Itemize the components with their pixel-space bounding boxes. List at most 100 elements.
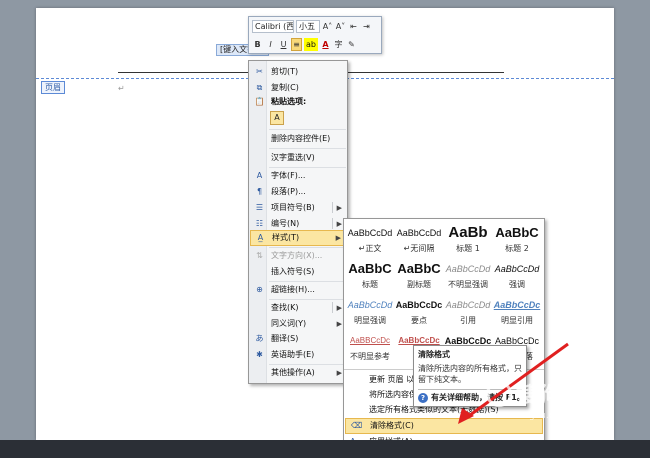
style-name: 引用 (460, 316, 476, 325)
style-name: 标题 2 (505, 244, 529, 253)
submenu-arrow-icon[interactable]: ▶ (337, 200, 342, 216)
style-name: 标题 (362, 280, 378, 289)
decrease-indent-button[interactable]: ⇤ (348, 20, 359, 33)
menu-item-english-assistant[interactable]: ✱ 英语助手(E) (250, 347, 347, 363)
style-preview: AaBbCcDc (493, 300, 541, 310)
menu-item-insert-symbol[interactable]: 插入符号(S) (250, 264, 347, 280)
hyperlink-globe-icon: ⊕ (256, 285, 263, 294)
submenu-arrow-icon: ▶ (336, 320, 342, 328)
english-assistant-icon: ✱ (256, 350, 263, 359)
style-name: 强调 (509, 280, 525, 289)
watermark-text: 搜狗指南 (516, 383, 604, 407)
style-name: 要点 (411, 316, 427, 325)
style-preview: AaBb (448, 224, 488, 241)
menu-separator (269, 129, 346, 130)
phonetic-guide-button[interactable]: 字 (333, 38, 344, 51)
style-intense-emphasis[interactable]: AaBbCcDd 明显强调 (346, 295, 394, 329)
menu-item-label: 项目符号(B) (271, 203, 315, 212)
menu-item-paragraph[interactable]: ¶ 段落(P)... (250, 184, 347, 200)
menu-item-label: 英语助手(E) (271, 350, 315, 359)
menu-item-font[interactable]: A 字体(F)... (250, 168, 347, 184)
mini-toolbar-row-1: Calibri (西 小五 A˄ A˅ ⇤ ⇥ (252, 19, 372, 34)
font-color-button[interactable]: A (320, 38, 331, 51)
translate-icon: あ (255, 334, 264, 343)
style-normal[interactable]: AaBbCcDd ↵正文 (346, 223, 394, 257)
header-tag[interactable]: 页眉 (41, 81, 65, 94)
styles-icon: A̲ (257, 233, 264, 242)
menu-item-bullets[interactable]: ☰ 项目符号(B) ▶ (250, 200, 347, 216)
context-menu: ✂ 剪切(T) ⧉ 复制(C) 📋 粘贴选项: A 删除内容控件(E) 汉字重选… (248, 60, 348, 384)
style-name: ↵无间隔 (403, 244, 435, 253)
menu-item-cut[interactable]: ✂ 剪切(T) (250, 64, 347, 80)
paragraph-mark: ↵ (118, 84, 125, 93)
style-name: 副标题 (407, 280, 431, 289)
menu-item-label: 同义词(Y) (271, 319, 307, 328)
font-icon: A (256, 171, 263, 180)
menu-item-delete-content-control[interactable]: 删除内容控件(E) (250, 131, 347, 147)
font-name-box[interactable]: Calibri (西 (252, 20, 294, 33)
menu-item-translate[interactable]: あ 翻译(S) (250, 331, 347, 347)
tooltip-title: 清除格式 (418, 350, 450, 359)
mini-toolbar-row-2: B I U ≡ ab A 字 ✎ (252, 37, 357, 52)
menu-item-lookup[interactable]: 查找(K) ▶ (250, 300, 347, 316)
style-preview: AaBbC (348, 261, 392, 276)
bold-button[interactable]: B (252, 38, 263, 51)
style-subtle-emphasis[interactable]: AaBbCcDd 不明显强调 (444, 259, 492, 293)
menu-item-label: 查找(K) (271, 303, 299, 312)
style-subtle-reference[interactable]: AaBBCcDc 不明显参考 (346, 331, 394, 365)
format-painter-icon[interactable]: ✎ (346, 38, 357, 51)
style-name: ↵正文 (358, 244, 382, 253)
style-name: 不明显参考 (350, 352, 390, 361)
watermark-url: zhinan.sogou.com (486, 411, 568, 421)
menu-item-reconvert[interactable]: 汉字重选(V) (250, 150, 347, 166)
text-direction-icon: ⇅ (256, 251, 263, 260)
style-heading-2[interactable]: AaBbC 标题 2 (493, 223, 541, 257)
shrink-font-button[interactable]: A˅ (335, 20, 346, 33)
menu-item-styles[interactable]: A̲ 样式(T) ▶ (250, 230, 347, 246)
submenu-arrow-icon: ▶ (335, 234, 341, 242)
submenu-arrow-icon: ▶ (336, 369, 342, 377)
underline-button[interactable]: U (278, 38, 289, 51)
style-intense-quote[interactable]: AaBbCcDc 明显引用 (493, 295, 541, 329)
style-title[interactable]: AaBbC 标题 (346, 259, 394, 293)
split-divider (332, 218, 333, 229)
menu-item-label: 其他操作(A) (271, 368, 315, 377)
menu-item-synonyms[interactable]: 同义词(Y) ▶ (250, 316, 347, 332)
grow-font-button[interactable]: A˄ (322, 20, 333, 33)
style-strong[interactable]: AaBbCcDc 要点 (395, 295, 443, 329)
center-align-button[interactable]: ≡ (291, 38, 302, 51)
menu-item-label: 删除内容控件(E) (271, 134, 331, 143)
watermark: 搜狗指南 zhinan.sogou.com (486, 377, 636, 427)
font-size-box[interactable]: 小五 (296, 20, 320, 33)
style-emphasis[interactable]: AaBbCcDd 强调 (493, 259, 541, 293)
highlight-button[interactable]: ab (304, 38, 318, 51)
clipboard-icon: 📋 (254, 97, 265, 106)
menu-item-label: 编号(N) (271, 219, 300, 228)
quick-styles-grid: AaBbCcDd ↵正文 AaBbCcDd ↵无间隔 AaBb 标题 1 AaB… (346, 221, 542, 363)
style-quote[interactable]: AaBbCcDd 引用 (444, 295, 492, 329)
menu-item-label: 插入符号(S) (271, 267, 315, 276)
style-no-spacing[interactable]: AaBbCcDd ↵无间隔 (395, 223, 443, 257)
style-preview: AaBbCcDd (445, 264, 491, 274)
sogou-logo-icon (486, 381, 512, 407)
style-preview: AaBbC (495, 225, 539, 240)
paragraph-icon: ¶ (256, 187, 263, 196)
menu-item-label: 超链接(H)... (271, 285, 315, 294)
style-preview: AaBbCcDd (396, 228, 442, 238)
increase-indent-button[interactable]: ⇥ (361, 20, 372, 33)
submenu-arrow-icon[interactable]: ▶ (337, 300, 342, 316)
menu-item-hyperlink[interactable]: ⊕ 超链接(H)... (250, 282, 347, 298)
italic-button[interactable]: I (265, 38, 276, 51)
menu-item-label: 样式(T) (272, 233, 300, 242)
menu-item-more-actions[interactable]: 其他操作(A) ▶ (250, 365, 347, 381)
paste-keep-text-icon[interactable]: A (270, 111, 284, 125)
style-preview: AaBBCcDc (349, 336, 390, 345)
menu-item-label: 翻译(S) (271, 334, 299, 343)
menu-item-label: 字体(F)... (271, 171, 306, 180)
menu-item-paste-options: 📋 粘贴选项: (250, 94, 347, 110)
style-heading-1[interactable]: AaBb 标题 1 (444, 223, 492, 257)
style-subtitle[interactable]: AaBbC 副标题 (395, 259, 443, 293)
gallery-action-label: 清除格式(C) (370, 421, 414, 430)
menu-item-label: 汉字重选(V) (271, 153, 315, 162)
menu-item-label: 剪切(T) (271, 67, 299, 76)
